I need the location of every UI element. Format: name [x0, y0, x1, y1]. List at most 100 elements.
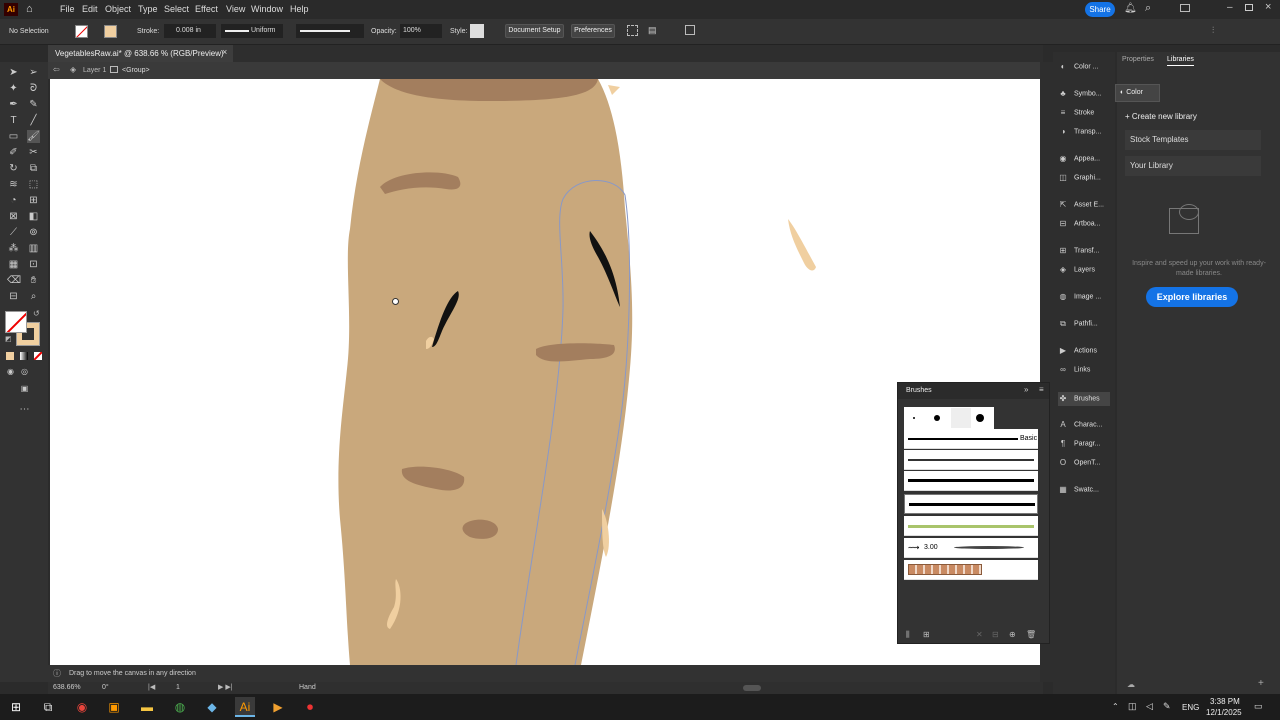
opacity-field[interactable]: 100%	[400, 24, 442, 38]
language-indicator[interactable]: ENG	[1182, 703, 1199, 712]
dock-appearance[interactable]: ◉ Appea...	[1058, 154, 1101, 163]
dock-color[interactable]: ◐ Color ...	[1058, 62, 1099, 71]
swap-colors-icon[interactable]: ↺	[33, 309, 40, 318]
dock-layers[interactable]: ◈ Layers	[1058, 265, 1095, 274]
tab-libraries[interactable]: Libraries	[1167, 56, 1194, 66]
brush-thick-row[interactable]	[904, 471, 1038, 491]
menu-object[interactable]: Object	[105, 4, 131, 14]
screen-mode-icon[interactable]: ▣	[18, 382, 31, 395]
dock-pathfinder[interactable]: ⧉ Pathfi...	[1058, 319, 1098, 328]
panel-menu-icon[interactable]: ⫶	[1212, 25, 1214, 36]
clock-date[interactable]: 12/1/2025	[1206, 708, 1242, 717]
fill-color-icon[interactable]	[5, 311, 27, 333]
scale-tool-icon[interactable]: ⧉	[27, 162, 40, 175]
dock-brushes[interactable]: ✤ Brushes	[1058, 392, 1110, 406]
menu-help[interactable]: Help	[290, 4, 309, 14]
dock-transform[interactable]: ⊞ Transf...	[1058, 246, 1100, 255]
tab-properties[interactable]: Properties	[1122, 56, 1154, 63]
dock-character[interactable]: A Charac...	[1058, 420, 1102, 429]
brush-selected-row[interactable]	[904, 494, 1038, 514]
panel-options-icon[interactable]: ≡	[1039, 385, 1044, 394]
explore-libraries-button[interactable]: Explore libraries	[1146, 287, 1238, 307]
dock-asset-export[interactable]: ⇱ Asset E...	[1058, 200, 1104, 209]
rotate-tool-icon[interactable]: ↻	[7, 162, 20, 175]
create-library-button[interactable]: + Create new library	[1125, 112, 1197, 121]
file-explorer-icon[interactable]: ▬	[137, 697, 157, 717]
brush-options-icon[interactable]: ⊟	[992, 630, 999, 639]
libraries-panel-icon[interactable]: ⊞	[923, 630, 930, 639]
curvature-tool-icon[interactable]: ✎	[27, 98, 40, 111]
rectangle-tool-icon[interactable]: ▭	[7, 130, 20, 143]
brush-dot-large[interactable]	[976, 414, 984, 422]
chrome-icon[interactable]: ◉	[72, 697, 92, 717]
color-popup[interactable]: ◐ Color	[1115, 84, 1160, 102]
symbol-sprayer-tool-icon[interactable]: ⁂	[7, 242, 20, 255]
arrange-icon[interactable]	[1180, 4, 1190, 12]
record-app-icon[interactable]: ⏺	[300, 697, 320, 717]
free-transform-tool-icon[interactable]: ⬚	[27, 178, 40, 191]
dock-symbols[interactable]: ♣ Symbo...	[1058, 89, 1101, 98]
new-brush-icon[interactable]: ⊕	[1009, 630, 1016, 639]
share-button[interactable]: Share	[1085, 2, 1115, 17]
brush-pattern-row[interactable]	[904, 560, 1038, 580]
menu-window[interactable]: Window	[251, 4, 283, 14]
stroke-weight-field[interactable]: 0.008 in	[164, 24, 216, 38]
type-tool-icon[interactable]: T	[7, 114, 20, 127]
menu-effect[interactable]: Effect	[195, 4, 218, 14]
hand-tool-icon[interactable]: ✋︎	[27, 274, 40, 287]
green-app-icon[interactable]: ◍	[170, 697, 190, 717]
menu-edit[interactable]: Edit	[82, 4, 98, 14]
menu-view[interactable]: View	[226, 4, 245, 14]
menu-file[interactable]: File	[60, 4, 75, 14]
style-swatch[interactable]	[470, 24, 484, 38]
blue-app-icon[interactable]: ◆	[202, 697, 222, 717]
brush-dot-blank[interactable]	[951, 408, 971, 428]
zoom-tool-icon[interactable]: ⌕	[27, 290, 40, 303]
search-icon[interactable]: ⌕	[1145, 2, 1151, 15]
horizontal-scrollbar[interactable]	[418, 684, 1028, 692]
menu-select[interactable]: Select	[164, 4, 189, 14]
default-colors-icon[interactable]: ◩	[5, 335, 12, 343]
none-mode-icon[interactable]	[34, 352, 42, 360]
warp-tool-icon[interactable]: ≋	[7, 178, 20, 191]
brush-libraries-icon[interactable]: ⫼	[906, 630, 910, 640]
artboard-number-field[interactable]: 1	[176, 684, 180, 691]
clock-time[interactable]: 3:38 PM	[1210, 697, 1240, 706]
tray-chevron-icon[interactable]: ⌃	[1112, 702, 1119, 711]
transform-icon[interactable]	[685, 25, 695, 35]
selection-tool-icon[interactable]: ➤	[7, 66, 20, 79]
close-window-icon[interactable]: ×	[1265, 1, 1271, 13]
stroke-profile-field[interactable]: Uniform	[221, 24, 283, 38]
dock-transparency[interactable]: ◑ Transp...	[1058, 127, 1102, 136]
graph-tool-icon[interactable]: ▦	[7, 258, 20, 271]
align-icon[interactable]: ▤	[648, 25, 657, 36]
paintbrush-tool-icon[interactable]: 🖌︎	[27, 130, 40, 143]
video-app-icon[interactable]: ▶	[268, 697, 288, 717]
select-similar-icon[interactable]	[627, 25, 638, 36]
direct-selection-tool-icon[interactable]: ➢	[27, 66, 40, 79]
delete-brush-icon[interactable]: 🗑︎	[1026, 630, 1036, 639]
illustrator-taskbar-icon[interactable]: Ai	[235, 697, 255, 717]
stroke-swatch[interactable]	[104, 25, 117, 38]
more-tools-icon[interactable]: ⋯	[18, 403, 31, 416]
stock-templates-item[interactable]: Stock Templates	[1125, 130, 1261, 150]
brush-size-row[interactable]: ⟿ 3.00	[904, 538, 1038, 558]
notification-icon[interactable]: ▭	[1254, 701, 1263, 712]
dock-actions[interactable]: ▶ Actions	[1058, 346, 1097, 355]
orange-app-icon[interactable]: ▣	[104, 697, 124, 717]
mesh-tool-icon[interactable]: ⊠	[7, 210, 20, 223]
artboard-tool-icon[interactable]: ⊟	[7, 290, 20, 303]
dock-paragraph[interactable]: ¶ Paragr...	[1058, 439, 1101, 448]
draw-inside-icon[interactable]: ◎	[18, 365, 31, 378]
app-logo[interactable]: Ai	[4, 3, 18, 16]
remove-brush-stroke-icon[interactable]: ✕	[976, 630, 983, 639]
shape-builder-tool-icon[interactable]: ◔	[7, 194, 20, 207]
windows-start-icon[interactable]: ⊞	[6, 697, 26, 717]
eraser-tool-icon[interactable]: ⌫	[7, 274, 21, 287]
restore-icon[interactable]	[1245, 4, 1253, 11]
back-arrow-icon[interactable]: ⇦	[53, 65, 60, 74]
dock-stroke[interactable]: ≡ Stroke	[1058, 108, 1095, 117]
dock-artboards[interactable]: ⊟ Artboa...	[1058, 219, 1101, 228]
brush-basic-row[interactable]: Basic	[904, 429, 1038, 449]
network-icon[interactable]: ◫	[1128, 701, 1137, 712]
